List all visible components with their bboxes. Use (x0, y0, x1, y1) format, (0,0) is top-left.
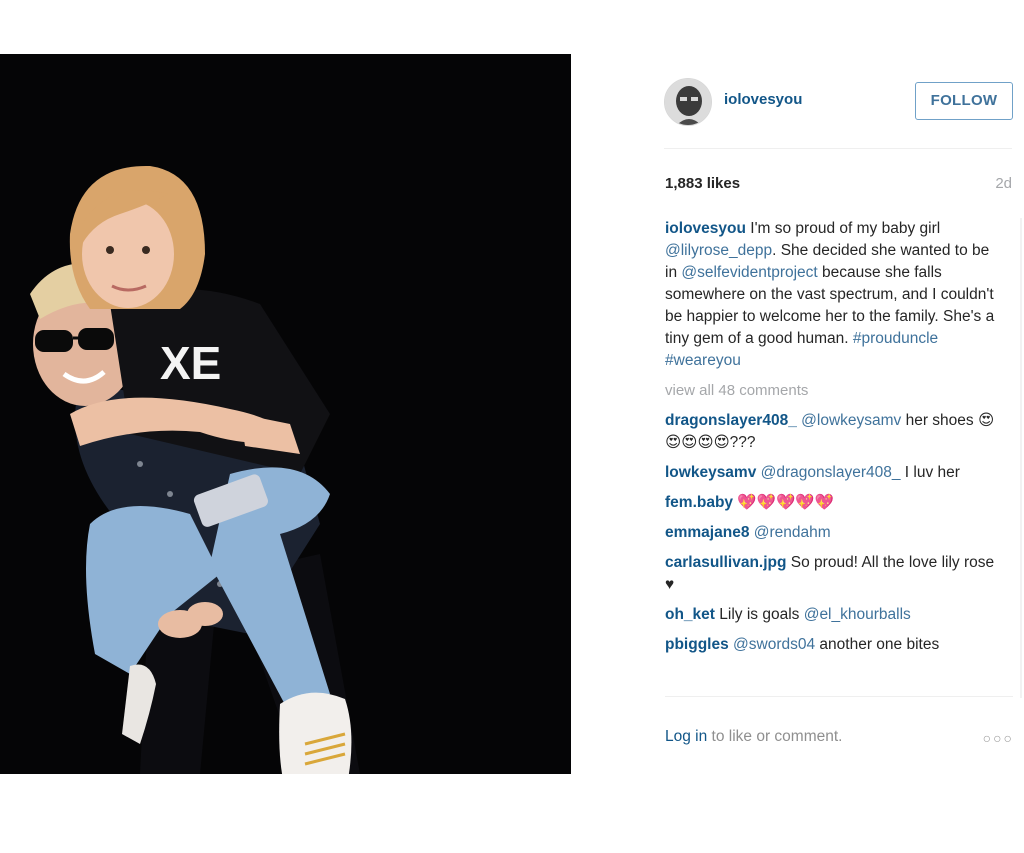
header-divider (664, 148, 1012, 149)
comment-username[interactable]: pbiggles (665, 636, 729, 653)
comment-text: Lily is goals (714, 606, 804, 623)
caption-mention-link[interactable]: #prouduncle (853, 330, 938, 347)
comment-mention-link[interactable]: @el_khourballs (804, 606, 911, 623)
comment-list: dragonslayer408_ @lowkeysamv her shoes 😍… (665, 410, 1005, 686)
profile-avatar-icon[interactable] (664, 78, 712, 126)
comments-scrollbar[interactable] (1020, 218, 1022, 698)
more-options-icon[interactable]: ○○○ (983, 730, 1014, 746)
comment-username[interactable]: lowkeysamv (665, 464, 756, 481)
caption-mention-link[interactable]: @lilyrose_depp (665, 242, 772, 259)
comment-text: I luv her (900, 464, 960, 481)
view-all-comments-link[interactable]: view all 48 comments (665, 380, 1005, 402)
comment-text: 💖💖💖💖💖 (733, 494, 834, 511)
comment-item: pbiggles @swords04 another one bites (665, 634, 1005, 656)
comment-mention-link[interactable]: @dragonslayer408_ (761, 464, 901, 481)
caption-mention-link[interactable]: #weareyou (665, 352, 741, 369)
comment-username[interactable]: emmajane8 (665, 524, 749, 541)
caption-mention-link[interactable]: @selfevidentproject (681, 264, 817, 281)
comment-username[interactable]: carlasullivan.jpg (665, 554, 786, 571)
post-username[interactable]: iolovesyou (724, 91, 802, 108)
login-prompt: Log in to like or comment. (665, 728, 842, 746)
comment-username[interactable]: fem.baby (665, 494, 733, 511)
photo-illustration: XE (0, 54, 571, 774)
caption-text: I'm so proud of my baby girl (745, 220, 941, 237)
post-header: iolovesyou FOLLOW (664, 76, 1014, 128)
comment-feed: iolovesyou I'm so proud of my baby girl … (665, 218, 1005, 686)
comment-mention-link[interactable]: @rendahm (754, 524, 831, 541)
likes-count[interactable]: 1,883 likes (665, 175, 740, 192)
svg-text:XE: XE (160, 337, 221, 389)
comment-mention-link[interactable]: @lowkeysamv (801, 412, 901, 429)
footer-divider (665, 696, 1013, 697)
post-caption: iolovesyou I'm so proud of my baby girl … (665, 218, 1005, 372)
comment-text: another one bites (815, 636, 940, 653)
instagram-post: XE iolovesyou FOLLOW 1,883 likes 2d iolo… (0, 54, 1024, 774)
caption-username[interactable]: iolovesyou (665, 220, 746, 237)
login-prompt-text: to like or comment. (707, 728, 843, 745)
comment-username[interactable]: oh_ket (665, 606, 715, 623)
comment-mention-link[interactable]: @swords04 (733, 636, 815, 653)
follow-button[interactable]: FOLLOW (915, 82, 1013, 120)
caption-body: I'm so proud of my baby girl @lilyrose_d… (665, 220, 994, 369)
post-age[interactable]: 2d (995, 175, 1012, 192)
login-link[interactable]: Log in (665, 728, 707, 745)
comment-item: emmajane8 @rendahm (665, 522, 1005, 544)
comment-item: dragonslayer408_ @lowkeysamv her shoes 😍… (665, 410, 1005, 454)
comment-item: fem.baby 💖💖💖💖💖 (665, 492, 1005, 514)
comment-item: lowkeysamv @dragonslayer408_ I luv her (665, 462, 1005, 484)
post-sidebar: iolovesyou FOLLOW 1,883 likes 2d ioloves… (642, 54, 1024, 774)
comment-item: carlasullivan.jpg So proud! All the love… (665, 552, 1005, 596)
comment-username[interactable]: dragonslayer408_ (665, 412, 797, 429)
post-photo[interactable]: XE (0, 54, 571, 774)
comment-item: oh_ket Lily is goals @el_khourballs (665, 604, 1005, 626)
